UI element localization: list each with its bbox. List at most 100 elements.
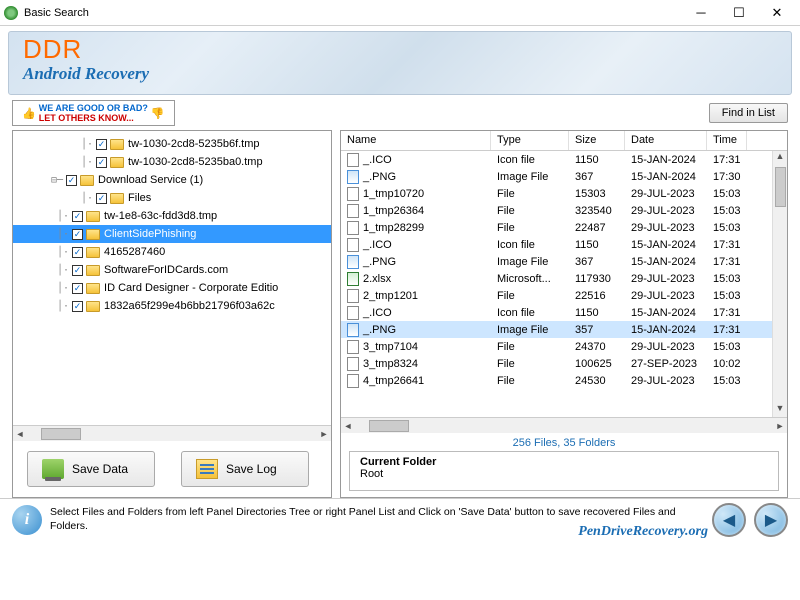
banner: DDR Android Recovery [8,31,792,95]
file-icon [347,357,359,371]
checkbox-icon[interactable]: ✓ [96,139,107,150]
list-row[interactable]: 1_tmp28299File2248729-JUL-202315:03 [341,219,787,236]
list-hscrollbar[interactable]: ◄► [341,417,787,433]
tree-item[interactable]: │·✓ID Card Designer - Corporate Editio [13,279,331,297]
checkbox-icon[interactable]: ✓ [96,157,107,168]
list-row[interactable]: _.ICOIcon file115015-JAN-202417:31 [341,236,787,253]
list-row[interactable]: 2.xlsxMicrosoft...11793029-JUL-202315:03 [341,270,787,287]
col-type[interactable]: Type [491,131,569,150]
list-row[interactable]: 1_tmp10720File1530329-JUL-202315:03 [341,185,787,202]
list-vscrollbar[interactable]: ▲▼ [772,151,787,417]
file-icon [347,255,359,269]
file-icon [347,204,359,218]
current-folder-box: Current Folder Root [349,451,779,491]
tree-item[interactable]: │·✓4165287460 [13,243,331,261]
checkbox-icon[interactable]: ✓ [66,175,77,186]
tree-item-label: Files [128,192,151,204]
tree-item-label: 1832a65f299e4b6bb21796f03a62c [104,300,275,312]
current-folder-value: Root [360,468,768,480]
stats-label: 256 Files, 35 Folders [349,435,779,451]
list-row[interactable]: _.PNGImage File36715-JAN-202417:31 [341,253,787,270]
folder-icon [110,157,124,168]
folder-icon [86,247,100,258]
brand-subtitle: Android Recovery [23,64,777,84]
tree-item[interactable]: │·✓1832a65f299e4b6bb21796f03a62c [13,297,331,315]
col-size[interactable]: Size [569,131,625,150]
save-log-button[interactable]: Save Log [181,451,309,487]
titlebar: Basic Search ─ ☐ ✕ [0,0,800,26]
file-icon [347,374,359,388]
file-icon [347,323,359,337]
current-folder-label: Current Folder [360,456,768,468]
prev-button[interactable]: ◀ [712,503,746,537]
tree-item[interactable]: │·✓ClientSidePhishing [13,225,331,243]
col-time[interactable]: Time [707,131,747,150]
list-row[interactable]: 4_tmp26641File2453029-JUL-202315:03 [341,372,787,389]
maximize-button[interactable]: ☐ [720,2,758,24]
close-button[interactable]: ✕ [758,2,796,24]
list-row[interactable]: 3_tmp8324File10062527-SEP-202310:02 [341,355,787,372]
folder-icon [110,139,124,150]
tree-item[interactable]: │·✓tw-1030-2cd8-5235ba0.tmp [13,153,331,171]
file-icon [347,340,359,354]
list-row[interactable]: _.ICOIcon file115015-JAN-202417:31 [341,151,787,168]
file-icon [347,238,359,252]
checkbox-icon[interactable]: ✓ [72,283,83,294]
minimize-button[interactable]: ─ [682,2,720,24]
list-row[interactable]: _.PNGImage File36715-JAN-202417:30 [341,168,787,185]
file-icon [347,153,359,167]
tree-item-label: 4165287460 [104,246,165,258]
find-in-list-button[interactable]: Find in List [709,103,788,123]
file-icon [347,306,359,320]
tree-item-label: tw-1e8-63c-fdd3d8.tmp [104,210,217,222]
watermark: PenDriveRecovery.org [578,524,708,540]
info-icon: i [12,505,42,535]
tree-item-label: ClientSidePhishing [104,228,196,240]
feedback-button[interactable]: 👍 WE ARE GOOD OR BAD? LET OTHERS KNOW...… [12,100,175,126]
list-row[interactable]: 2_tmp1201File2251629-JUL-202315:03 [341,287,787,304]
checkbox-icon[interactable]: ✓ [72,229,83,240]
tree-item[interactable]: │·✓tw-1e8-63c-fdd3d8.tmp [13,207,331,225]
tree-item-label: ID Card Designer - Corporate Editio [104,282,278,294]
footer: i Select Files and Folders from left Pan… [0,498,800,541]
folder-icon [86,301,100,312]
brand-logo: DDR [23,36,777,62]
app-icon [4,6,18,20]
folder-icon [86,283,100,294]
file-icon [347,170,359,184]
save-data-icon [42,459,64,479]
checkbox-icon[interactable]: ✓ [72,247,83,258]
list-row[interactable]: 3_tmp7104File2437029-JUL-202315:03 [341,338,787,355]
list-panel: Name Type Size Date Time _.ICOIcon file1… [340,130,788,498]
toolbar: 👍 WE ARE GOOD OR BAD? LET OTHERS KNOW...… [0,98,800,130]
tree-hscrollbar[interactable]: ◄► [13,425,331,441]
checkbox-icon[interactable]: ✓ [72,211,83,222]
col-name[interactable]: Name [341,131,491,150]
tree-item[interactable]: │·✓SoftwareForIDCards.com [13,261,331,279]
file-icon [347,289,359,303]
thumbs-up-icon: 👍 [22,107,36,120]
tree-item[interactable]: │·✓tw-1030-2cd8-5235b6f.tmp [13,135,331,153]
tree-item-label: SoftwareForIDCards.com [104,264,228,276]
file-icon [347,272,359,286]
list-row[interactable]: _.PNGImage File35715-JAN-202417:31 [341,321,787,338]
checkbox-icon[interactable]: ✓ [72,301,83,312]
next-button[interactable]: ▶ [754,503,788,537]
tree-item-label: Download Service (1) [98,174,203,186]
save-data-button[interactable]: Save Data [27,451,155,487]
col-date[interactable]: Date [625,131,707,150]
file-list[interactable]: _.ICOIcon file115015-JAN-202417:31_.PNGI… [341,151,787,417]
window-title: Basic Search [24,7,89,19]
tree-item[interactable]: ⊟─✓Download Service (1) [13,171,331,189]
folder-icon [86,229,100,240]
list-header[interactable]: Name Type Size Date Time [341,131,787,151]
tree-item-label: tw-1030-2cd8-5235b6f.tmp [128,138,259,150]
tree-item[interactable]: │·✓Files [13,189,331,207]
file-icon [347,187,359,201]
checkbox-icon[interactable]: ✓ [72,265,83,276]
checkbox-icon[interactable]: ✓ [96,193,107,204]
tree-view[interactable]: │·✓tw-1030-2cd8-5235b6f.tmp│·✓tw-1030-2c… [13,131,331,425]
list-row[interactable]: 1_tmp26364File32354029-JUL-202315:03 [341,202,787,219]
list-row[interactable]: _.ICOIcon file115015-JAN-202417:31 [341,304,787,321]
tree-item-label: tw-1030-2cd8-5235ba0.tmp [128,156,263,168]
